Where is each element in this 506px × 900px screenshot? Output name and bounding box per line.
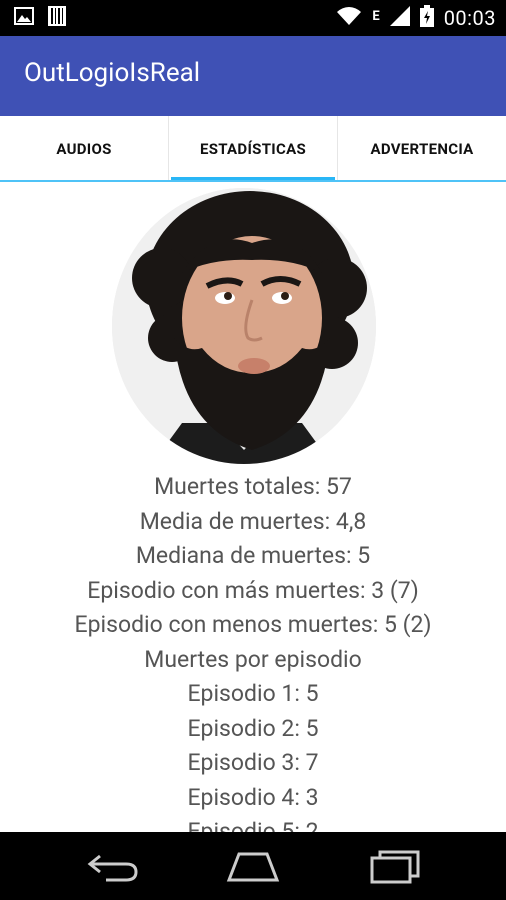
tab-audios[interactable]: AUDIOS [0, 116, 169, 182]
app-title: OutLogioIsReal [24, 58, 201, 88]
stat-min-episode: Episodio con menos muertes: 5 (2) [74, 611, 432, 638]
stat-max-episode: Episodio con más muertes: 3 (7) [87, 576, 419, 604]
list-item: Episodio 1: 5 [187, 680, 319, 707]
list-item: Episodio 4: 3 [187, 783, 319, 811]
wifi-icon [336, 6, 362, 30]
app-bar: OutLogioIsReal [0, 36, 506, 116]
barcode-icon [48, 6, 66, 30]
stat-total: Muertes totales: 57 [154, 473, 352, 500]
stats-list: Muertes totales: 57 Media de muertes: 4,… [0, 470, 506, 832]
signal-icon [389, 6, 410, 30]
battery-icon [419, 5, 434, 31]
recents-icon[interactable] [368, 848, 424, 888]
stat-median: Mediana de muertes: 5 [135, 542, 371, 569]
status-bar: E 00:03 [0, 0, 506, 36]
home-icon[interactable] [225, 848, 281, 888]
tab-estadisticas[interactable]: ESTADÍSTICAS [169, 116, 338, 182]
back-icon[interactable] [86, 850, 140, 886]
avatar [112, 188, 376, 464]
tab-advertencia[interactable]: ADVERTENCIA [338, 116, 506, 182]
status-clock: 00:03 [443, 6, 496, 30]
list-item: Episodio 3: 7 [187, 749, 319, 776]
stats-content[interactable]: Muertes totales: 57 Media de muertes: 4,… [0, 182, 506, 832]
image-icon [14, 7, 34, 29]
tab-bar: AUDIOS ESTADÍSTICAS ADVERTENCIA [0, 116, 506, 182]
list-item: Episodio 5: 2 [187, 818, 319, 832]
list-item: Episodio 2: 5 [187, 714, 319, 742]
stat-mean: Media de muertes: 4,8 [139, 507, 367, 535]
network-type-label: E [372, 9, 380, 24]
stat-per-episode-heading: Muertes por episodio [144, 645, 362, 673]
navigation-bar [0, 832, 506, 900]
